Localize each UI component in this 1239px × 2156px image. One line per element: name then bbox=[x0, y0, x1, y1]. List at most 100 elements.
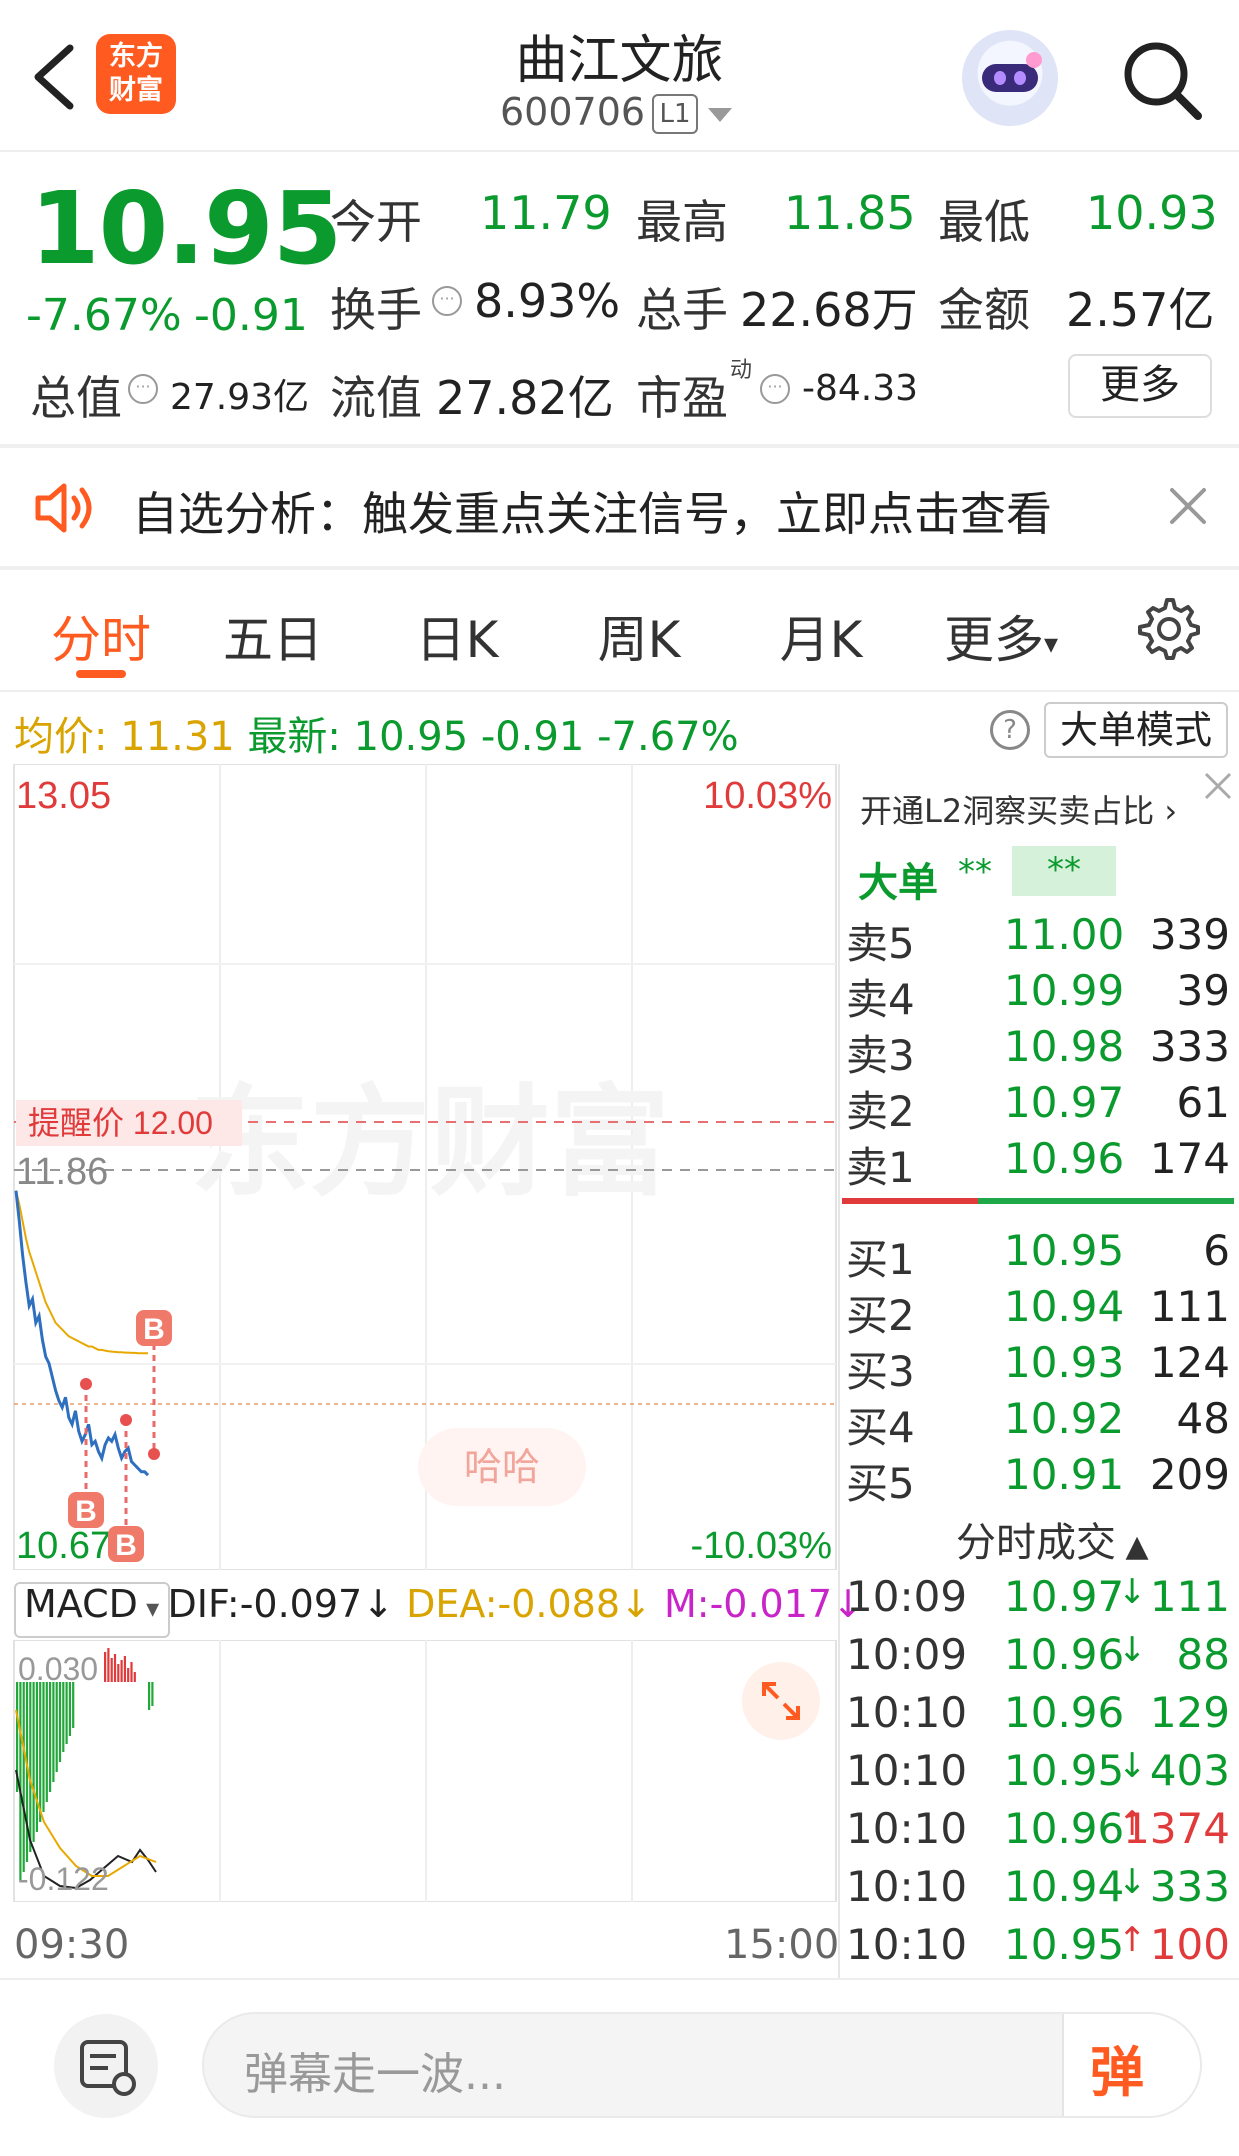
info-dots-icon[interactable]: ··· bbox=[760, 374, 790, 404]
trade-time: 10:10 bbox=[846, 1688, 968, 1737]
tab-five-day[interactable]: 五日 bbox=[208, 600, 338, 672]
danmu-send-label: 弹 bbox=[1090, 2041, 1144, 2104]
trade-row: 10:10 10.94 ↓ 333 bbox=[846, 1862, 1236, 1920]
avg-label: 均价: bbox=[14, 714, 108, 760]
macd-selector-label: MACD bbox=[24, 1582, 138, 1626]
macd-dea: DEA:-0.088 bbox=[406, 1582, 621, 1626]
ask-label: 卖5 bbox=[846, 919, 915, 968]
gear-icon[interactable] bbox=[1136, 596, 1200, 660]
note-settings-icon[interactable] bbox=[54, 2014, 158, 2118]
trade-volume: 1374 bbox=[1123, 1804, 1230, 1853]
ask-price: 10.97 bbox=[1004, 1078, 1125, 1127]
macd-dif: DIF:-0.097 bbox=[167, 1582, 363, 1626]
tab-more-label: 更多 bbox=[943, 611, 1044, 669]
macd-bar bbox=[133, 1672, 136, 1682]
macd-bar bbox=[113, 1654, 117, 1682]
price-line bbox=[14, 1190, 150, 1477]
latest-change: -0.91 bbox=[480, 714, 585, 760]
danmu-bubble: 哈哈 bbox=[464, 1447, 540, 1489]
bid-row[interactable]: 买5 10.91 209 bbox=[846, 1450, 1236, 1508]
bid-volume: 124 bbox=[1149, 1338, 1230, 1387]
pe-superscript: 动 bbox=[730, 358, 753, 383]
bid-volume: 111 bbox=[1149, 1282, 1230, 1331]
info-dots-icon[interactable]: ··· bbox=[432, 286, 462, 316]
tab-daily-k[interactable]: 日K bbox=[392, 600, 522, 672]
trade-volume: 333 bbox=[1149, 1862, 1230, 1911]
ask-row[interactable]: 卖3 10.98 333 bbox=[846, 1022, 1236, 1080]
macd-bar bbox=[127, 1668, 130, 1682]
trade-row: 10:10 10.96 129 bbox=[846, 1688, 1236, 1746]
help-icon[interactable]: ? bbox=[990, 710, 1030, 750]
volume-value: 22.68万 bbox=[740, 283, 918, 337]
bid-row[interactable]: 买3 10.93 124 bbox=[846, 1338, 1236, 1396]
down-arrow-icon: ↓ bbox=[620, 1582, 652, 1626]
bid-label: 买1 bbox=[846, 1235, 915, 1284]
level-badge[interactable]: L1 bbox=[652, 94, 698, 134]
macd-bar bbox=[148, 1682, 151, 1710]
buy-marker[interactable]: B bbox=[136, 1310, 172, 1460]
tab-intraday[interactable]: 分时 bbox=[36, 600, 166, 672]
ask-row[interactable]: 卖2 10.97 61 bbox=[846, 1078, 1236, 1136]
trades-title-text: 分时成交 bbox=[956, 1520, 1116, 1566]
intraday-chart[interactable]: 东方财富 提醒价 12.00 11.86 13.05 10.03% 10.67 … bbox=[0, 764, 840, 1570]
tab-weekly-k[interactable]: 周K bbox=[574, 600, 704, 672]
ask-row[interactable]: 卖4 10.99 39 bbox=[846, 966, 1236, 1024]
bid-price: 10.94 bbox=[1004, 1282, 1125, 1331]
bid-row[interactable]: 买2 10.94 111 bbox=[846, 1282, 1236, 1340]
bid-row[interactable]: 买4 10.92 48 bbox=[846, 1394, 1236, 1452]
ask-volume: 61 bbox=[1176, 1078, 1230, 1127]
y-axis-bottom-label: 10.67 bbox=[16, 1525, 111, 1567]
turnover-value: 8.93% bbox=[474, 274, 621, 328]
info-dots-icon[interactable]: ··· bbox=[128, 374, 158, 404]
pct-axis-bottom-label: -10.03% bbox=[690, 1525, 832, 1567]
trade-time: 10:09 bbox=[846, 1572, 968, 1621]
robot-assistant-icon[interactable] bbox=[962, 30, 1058, 126]
buy-ratio-bar bbox=[978, 1198, 1234, 1204]
ask-price: 10.98 bbox=[1004, 1022, 1125, 1071]
caret-down-icon[interactable] bbox=[708, 108, 732, 122]
bid-price: 10.93 bbox=[1004, 1338, 1125, 1387]
latest-label: 最新: bbox=[247, 714, 341, 760]
ask-price: 10.96 bbox=[1004, 1134, 1125, 1183]
trade-price: 10.95 bbox=[1004, 1920, 1125, 1969]
pe-label: 市盈 bbox=[636, 371, 728, 425]
bid-label: 买3 bbox=[846, 1347, 915, 1396]
macd-chart: 0.030 -0.122 bbox=[13, 1640, 837, 1902]
bid-row[interactable]: 买1 10.95 6 bbox=[846, 1226, 1236, 1284]
macd-bar bbox=[52, 1682, 55, 1782]
pct-axis-top-label: 10.03% bbox=[703, 775, 832, 817]
ask-price: 11.00 bbox=[1004, 910, 1125, 959]
close-icon[interactable] bbox=[1200, 768, 1236, 804]
trades-title[interactable]: 分时成交 ▲ bbox=[956, 1510, 1149, 1568]
buy-marker-label: B bbox=[75, 1495, 97, 1528]
trade-volume: 88 bbox=[1176, 1630, 1230, 1679]
change-amount: -0.91 bbox=[194, 290, 308, 341]
bid-price: 10.95 bbox=[1004, 1226, 1125, 1275]
macd-bar bbox=[107, 1648, 110, 1682]
trade-volume: 403 bbox=[1149, 1746, 1230, 1795]
big-order-mode-button[interactable]: 大单模式 bbox=[1044, 702, 1228, 758]
header-divider bbox=[0, 150, 1239, 152]
macd-bar bbox=[117, 1664, 120, 1682]
l2-promo-link[interactable]: 开通L2洞察买卖占比 › bbox=[860, 786, 1177, 832]
caret-up-icon: ▲ bbox=[1116, 1529, 1149, 1564]
trade-direction-icon: ↓ bbox=[1118, 1572, 1147, 1612]
low-value: 10.93 bbox=[1086, 186, 1218, 240]
macd-bar bbox=[35, 1682, 38, 1832]
down-arrow-icon: ↓ bbox=[362, 1582, 395, 1626]
ask-row[interactable]: 卖5 11.00 339 bbox=[846, 910, 1236, 968]
y-axis-top-label: 13.05 bbox=[16, 775, 111, 817]
bid-price: 10.92 bbox=[1004, 1394, 1125, 1443]
search-icon[interactable] bbox=[1118, 36, 1206, 124]
expand-icon[interactable] bbox=[742, 1662, 820, 1740]
macd-bottom-label: -0.122 bbox=[18, 1861, 109, 1897]
trade-time: 10:10 bbox=[846, 1920, 968, 1969]
current-price: 10.95 bbox=[30, 170, 342, 287]
danmu-placeholder: 弹幕走一波... bbox=[244, 2049, 506, 2100]
tab-monthly-k[interactable]: 月K bbox=[756, 600, 886, 672]
ask-row[interactable]: 卖1 10.96 174 bbox=[846, 1134, 1236, 1192]
close-icon[interactable] bbox=[1166, 484, 1210, 528]
alert-message[interactable]: 自选分析：触发重点关注信号，立即点击查看 bbox=[132, 478, 1052, 544]
more-quote-button[interactable]: 更多 bbox=[1068, 354, 1212, 418]
tab-more[interactable]: 更多▾ bbox=[936, 600, 1066, 672]
